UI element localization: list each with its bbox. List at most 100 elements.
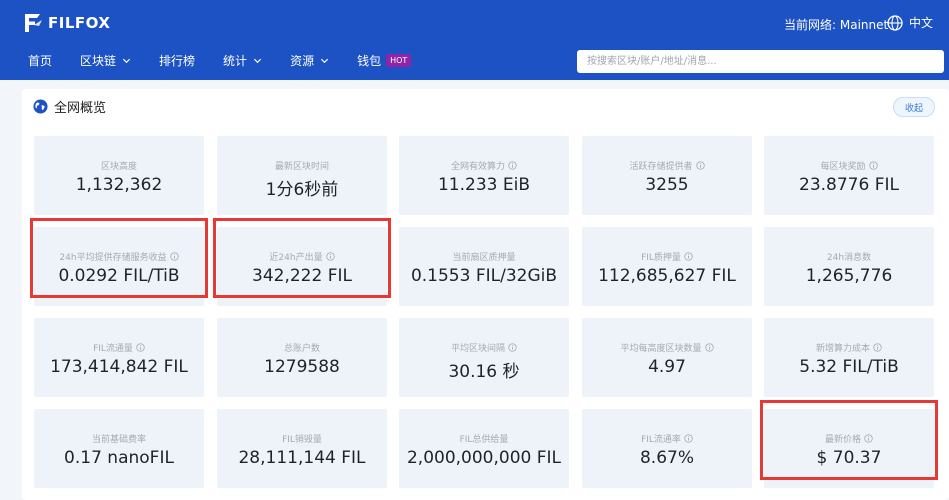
stat-label-row: 当前扇区质押量 [399,250,569,263]
nav-item-3[interactable]: 统计 [223,52,262,69]
stat-label-row: FIL质押量 [582,250,752,263]
stat-label-row: 最新区块时间 [217,159,387,172]
info-icon[interactable] [684,434,693,443]
language-switcher[interactable]: 中文 [887,14,933,31]
stat-tile: FIL流通量 173,414,842 FIL [34,318,204,397]
stat-label-row: 平均区块间隔 [399,341,569,354]
stat-label: 最新价格 [824,435,861,445]
nav-item-label: 钱包 [357,54,382,68]
stat-label-row: 24h平均提供存储服务收益 [34,250,204,263]
stat-label-row: 当前基础费率 [34,432,204,445]
nav-item-1[interactable]: 区块链 [80,52,131,69]
globe-icon [887,14,903,31]
nav-item-2[interactable]: 排行榜 [159,52,195,69]
network-overview-card: 全网概览 收起 区块高度 1,132,362 最新区块时间 1分6秒前 全网有效算力 11… [22,89,949,500]
stat-label: 24h消息数 [826,253,872,263]
stat-tile: 近24h产出量 342,222 FIL [217,227,387,306]
stat-tile: 每区块奖励 23.8776 FIL [764,136,934,215]
stat-value: 1,265,776 [805,266,893,286]
hot-badge: HOT [386,54,412,67]
info-icon[interactable] [508,343,517,352]
stat-value: 342,222 FIL [252,266,352,286]
nav-item-label: 排行榜 [159,54,196,68]
search-input[interactable] [577,50,944,73]
stat-label: 每区块奖励 [820,162,866,172]
nav-item-0[interactable]: 首页 [28,52,52,69]
stat-tile: 区块高度 1,132,362 [34,136,204,215]
stat-label: 平均区块间隔 [450,344,505,354]
overview-title: 全网概览 [54,101,107,116]
stat-value: $ 70.37 [816,448,882,468]
info-icon[interactable] [873,343,882,352]
nav-item-label: 资源 [290,54,315,68]
stat-label-row: 新增算力成本 [764,341,934,354]
stat-label-row: FIL销毁量 [217,432,387,445]
info-icon[interactable] [508,161,517,170]
main-nav: 首页 区块链 排行榜 统计 资源 钱包 HOT [28,52,439,69]
stat-label-row: 最新价格 [764,432,934,445]
stat-value: 28,111,144 FIL [238,448,366,468]
nav-item-label: 首页 [28,54,53,68]
stat-tile: 当前基础费率 0.17 nanoFIL [34,409,204,488]
stat-label: 区块高度 [100,162,137,172]
stat-value: 3255 [645,175,689,195]
stat-tile: 平均每高度区块数量 4.97 [582,318,752,397]
stat-label: 近24h产出量 [269,253,323,263]
top-header: FILFOX 当前网络: Mainnet 中文 首页 区块链 排行榜 统计 资源 钱包 HO… [0,0,949,80]
info-icon[interactable] [169,252,179,261]
info-icon[interactable] [136,343,145,352]
stat-value: 0.1553 FIL/32GiB [410,266,558,286]
stat-value: 0.17 nanoFIL [64,448,174,468]
stat-label-row: 活跃存储提供者 [582,159,752,172]
info-icon[interactable] [864,434,873,443]
stat-tile: 总账户数 1279588 [217,318,387,397]
stat-value: 8.67% [639,448,694,468]
stat-label: 新增算力成本 [815,344,870,354]
brand-name: FILFOX [48,14,111,32]
info-icon[interactable] [695,161,705,170]
overview-header: 全网概览 [33,97,106,116]
stat-value: 30.16 秒 [448,362,520,382]
stat-tile: 活跃存储提供者 3255 [582,136,752,215]
stat-value: 23.8776 FIL [799,175,899,195]
stat-tile: FIL质押量 112,685,627 FIL [582,227,752,306]
info-icon[interactable] [325,252,335,261]
filfox-logo-icon [25,14,42,32]
nav-item-5[interactable]: 钱包 HOT [357,52,412,69]
stat-tile: 24h平均提供存储服务收益 0.0292 FIL/TiB [34,227,204,306]
chevron-down-icon [253,58,262,64]
stat-label: 当前基础费率 [91,435,146,445]
stat-tile: FIL销毁量 28,111,144 FIL [217,409,387,488]
info-icon[interactable] [704,343,714,352]
stat-label: FIL总供给量 [459,435,509,445]
stat-label-row: 每区块奖励 [764,159,934,172]
stat-label: 活跃存储提供者 [629,162,693,172]
network-indicator: 当前网络: Mainnet [784,18,889,32]
brand-logo[interactable]: FILFOX [22,12,110,34]
stat-label: FIL销毁量 [282,435,322,445]
stat-value: 1分6秒前 [265,180,339,200]
stat-value: 1279588 [264,357,340,377]
nav-item-label: 统计 [223,54,248,68]
chevron-down-icon [122,58,131,64]
info-icon[interactable] [868,161,878,170]
stat-label: 总账户数 [283,344,320,354]
nav-item-4[interactable]: 资源 [290,52,329,69]
stat-label: 全网有效算力 [450,162,505,172]
stat-tile: FIL总供给量 2,000,000,000 FIL [399,409,569,488]
stat-value: 2,000,000,000 FIL [406,448,562,468]
language-label: 中文 [909,16,934,30]
stat-value: 11.233 EiB [437,175,530,195]
stat-label-row: 总账户数 [217,341,387,354]
stat-label-row: FIL流通率 [582,432,752,445]
stat-value: 112,685,627 FIL [598,266,736,286]
stat-label-row: FIL总供给量 [399,432,569,445]
info-icon[interactable] [684,252,693,261]
stat-tile: 最新区块时间 1分6秒前 [217,136,387,215]
chevron-down-icon [321,58,329,64]
stat-label: 24h平均提供存储服务收益 [59,253,167,263]
stat-label: 平均每高度区块数量 [620,344,702,354]
earth-icon [33,99,48,114]
stat-tile: 最新价格 $ 70.37 [764,409,934,488]
collapse-button[interactable]: 收起 [893,97,935,117]
